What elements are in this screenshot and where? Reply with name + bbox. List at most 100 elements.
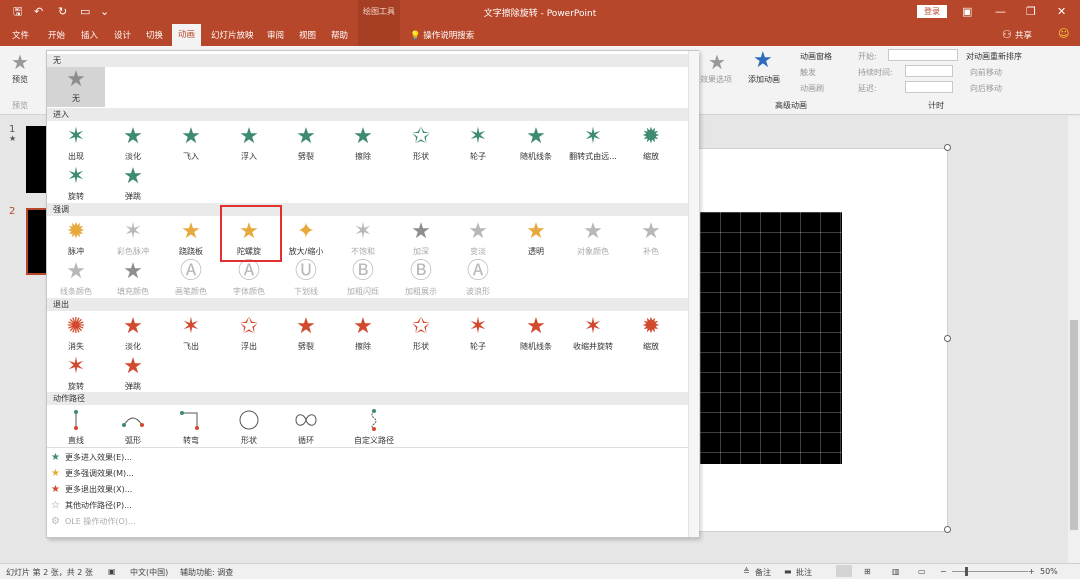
resize-handle-right[interactable]: [944, 335, 951, 342]
language-status[interactable]: 中文(中国): [130, 567, 168, 578]
trigger-button[interactable]: 触发: [800, 67, 816, 78]
entrance-label: 劈裂: [298, 152, 314, 161]
exit-item[interactable]: ✶ 收缩并旋转: [568, 313, 618, 359]
exit-item[interactable]: ✹ 缩放: [626, 313, 676, 359]
emphasis-item[interactable]: ★ 补色: [626, 218, 676, 264]
zoom-slider[interactable]: [952, 571, 1028, 572]
exit-item[interactable]: ★ 劈裂: [281, 313, 331, 359]
spellcheck-icon[interactable]: ▣: [108, 567, 116, 576]
star-icon: ✩: [411, 314, 431, 339]
entrance-item[interactable]: ★ 劈裂: [281, 123, 331, 169]
move-earlier-button[interactable]: 向前移动: [970, 67, 1002, 78]
highlight-box: [220, 205, 282, 262]
tab-slideshow[interactable]: 幻灯片放映: [211, 29, 254, 41]
none-animation-item[interactable]: ★ 无: [47, 67, 105, 107]
star-icon: ✹: [641, 124, 661, 149]
black-shape[interactable]: [700, 212, 842, 464]
animation-pane-button[interactable]: 动画窗格: [800, 51, 832, 62]
more-exit-effects[interactable]: ★ 更多退出效果(X)...: [51, 484, 132, 495]
duration-input[interactable]: [905, 65, 953, 77]
smiley-icon[interactable]: ☺: [1058, 27, 1069, 41]
zoom-slider-thumb[interactable]: [965, 567, 968, 576]
restore-icon[interactable]: ❐: [1026, 5, 1036, 19]
tab-help[interactable]: 帮助: [331, 29, 348, 41]
zoom-out-button[interactable]: −: [940, 567, 947, 576]
emphasis-label: 不饱和: [351, 247, 375, 256]
entrance-item[interactable]: ✹ 缩放: [626, 123, 676, 169]
entrance-item[interactable]: ✶ 翻转式由远...: [568, 123, 618, 169]
entrance-item[interactable]: ★ 随机线条: [511, 123, 561, 169]
emphasis-label: 加粗展示: [405, 287, 437, 296]
close-icon[interactable]: ✕: [1057, 5, 1066, 19]
exit-item[interactable]: ✶ 轮子: [453, 313, 503, 359]
entrance-item[interactable]: ★ 擦除: [338, 123, 388, 169]
emphasis-item[interactable]: ★ 对象颜色: [568, 218, 618, 264]
accessibility-status[interactable]: 辅助功能: 调查: [180, 567, 233, 578]
emphasis-label: 彩色脉冲: [117, 247, 149, 256]
entrance-item[interactable]: ✩ 形状: [396, 123, 446, 169]
ole-action-verbs[interactable]: ⚙ OLE 操作动作(O)...: [51, 516, 136, 527]
exit-item[interactable]: ✩ 形状: [396, 313, 446, 359]
more-emphasis-effects[interactable]: ★ 更多强调效果(M)...: [51, 468, 134, 479]
motion-path-label: 转弯: [183, 436, 199, 445]
resize-handle-bottom-right[interactable]: [944, 526, 951, 533]
star-icon: ★: [66, 259, 86, 284]
star-icon: ★: [123, 259, 143, 284]
emphasis-item[interactable]: ★ 透明: [511, 218, 561, 264]
zoom-level[interactable]: 50%: [1040, 567, 1058, 576]
star-icon: ★: [353, 314, 373, 339]
person-icon: ⚇: [1002, 28, 1012, 41]
animation-painter-button[interactable]: 动画刷: [800, 83, 824, 94]
slide-sorter-button[interactable]: ⊞: [864, 567, 871, 576]
more-entrance-effects[interactable]: ★ 更多进入效果(E)...: [51, 452, 132, 463]
emphasis-label: 透明: [528, 247, 544, 256]
zoom-in-button[interactable]: +: [1028, 567, 1035, 576]
entrance-label: 飞入: [183, 152, 199, 161]
entrance-item[interactable]: ★ 飞入: [166, 123, 216, 169]
vertical-scrollbar-thumb[interactable]: [1070, 320, 1078, 530]
login-button[interactable]: 登录: [917, 5, 947, 18]
start-dropdown[interactable]: [888, 49, 958, 61]
tab-review[interactable]: 审阅: [267, 29, 284, 41]
comments-button[interactable]: 批注: [796, 567, 812, 578]
effect-options-button[interactable]: 效果选项: [700, 74, 732, 85]
resize-handle-top-right[interactable]: [944, 144, 951, 151]
entrance-item[interactable]: ✶ 轮子: [453, 123, 503, 169]
star-icon: ✶: [583, 314, 603, 339]
star-icon: ✶: [66, 164, 86, 189]
tell-me-search[interactable]: 💡 操作说明搜索: [410, 29, 474, 41]
exit-item[interactable]: ★ 擦除: [338, 313, 388, 359]
delay-input[interactable]: [905, 81, 953, 93]
entrance-label: 浮入: [241, 152, 257, 161]
tab-design[interactable]: 设计: [114, 29, 131, 41]
tab-file[interactable]: 文件: [12, 29, 29, 41]
star-icon: ✶: [468, 124, 488, 149]
slideshow-button[interactable]: ▭: [918, 567, 926, 576]
exit-item[interactable]: ★ 随机线条: [511, 313, 561, 359]
entrance-item[interactable]: ★ 浮入: [224, 123, 274, 169]
tab-insert[interactable]: 插入: [81, 29, 98, 41]
tab-home[interactable]: 开始: [48, 29, 65, 41]
gallery-scrollbar[interactable]: [688, 51, 699, 537]
star-icon: Ⓑ: [409, 259, 432, 284]
emphasis-label: 波浪形: [466, 287, 490, 296]
share-button[interactable]: 共享: [1015, 29, 1032, 41]
exit-item[interactable]: ✶ 飞出: [166, 313, 216, 359]
normal-view-button[interactable]: [836, 565, 852, 577]
notes-button[interactable]: 备注: [755, 567, 771, 578]
more-motion-paths[interactable]: ☆ 其他动作路径(P)...: [51, 500, 132, 511]
ribbon-display-icon[interactable]: ▣: [962, 5, 972, 19]
tab-animations[interactable]: 动画: [172, 24, 202, 46]
tab-view[interactable]: 视图: [299, 29, 316, 41]
add-animation-button[interactable]: 添加动画: [748, 74, 780, 85]
tab-transitions[interactable]: 切换: [146, 29, 163, 41]
minimize-icon[interactable]: —: [995, 5, 1006, 19]
move-later-button[interactable]: 向后移动: [970, 83, 1002, 94]
reading-view-button[interactable]: ▥: [892, 567, 900, 576]
preview-button[interactable]: 预览: [12, 74, 28, 85]
exit-label: 消失: [68, 342, 84, 351]
star-icon: ★: [353, 124, 373, 149]
star-icon: ✶: [66, 124, 86, 149]
motion-path-icon: [281, 409, 331, 431]
exit-item[interactable]: ✩ 浮出: [224, 313, 274, 359]
